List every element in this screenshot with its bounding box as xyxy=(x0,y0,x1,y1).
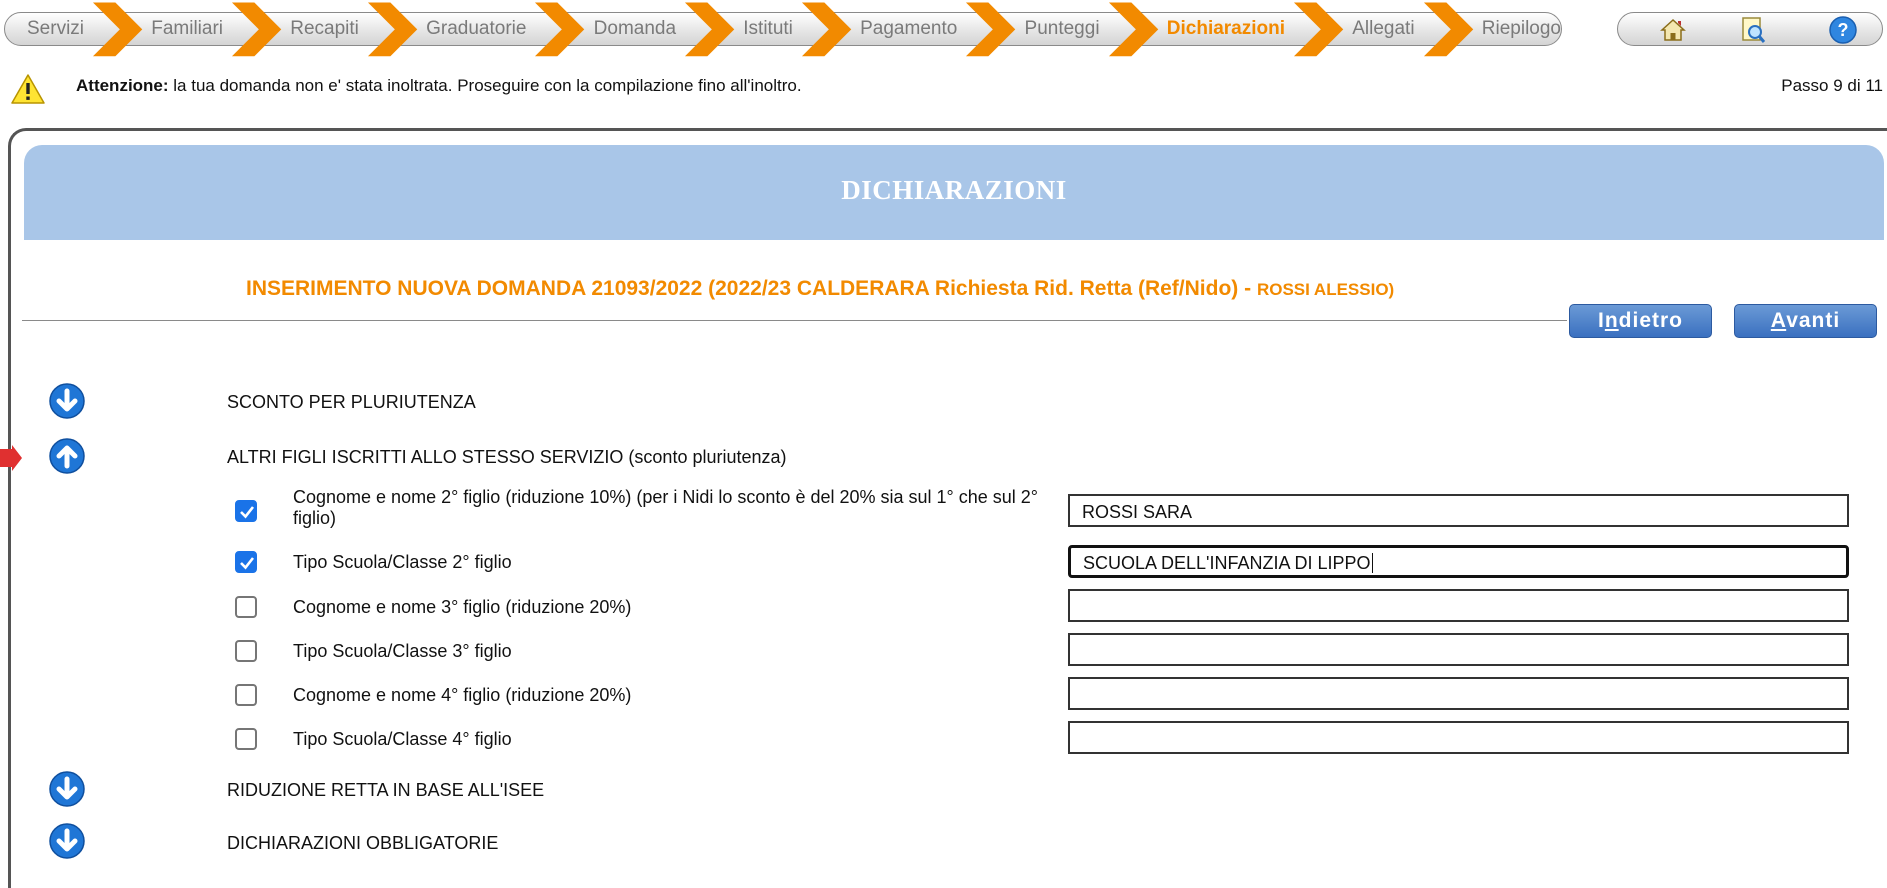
input-figlio3-nome[interactable] xyxy=(1068,589,1849,622)
wizard-step-familiari[interactable]: Familiari xyxy=(151,18,223,40)
input-figlio3-scuola[interactable] xyxy=(1068,633,1849,666)
checkbox-figlio3-nome[interactable] xyxy=(235,596,257,618)
input-figlio4-scuola[interactable] xyxy=(1068,721,1849,754)
wizard-step-allegati[interactable]: Allegati xyxy=(1352,18,1414,40)
applicant-name: ROSSI ALESSIO) xyxy=(1256,280,1395,299)
step-counter: Passo 9 di 11 xyxy=(1781,76,1883,95)
back-button[interactable]: Indietro xyxy=(1569,304,1712,338)
input-figlio2-scuola-value: SCUOLA DELL'INFANZIA DI LIPPO xyxy=(1083,553,1371,573)
label-figlio3-nome: Cognome e nome 3° figlio (riduzione 20%) xyxy=(293,597,632,617)
input-figlio2-nome[interactable]: ROSSI SARA xyxy=(1068,494,1849,527)
checkmark-icon xyxy=(240,557,255,570)
wizard-step-label: Domanda xyxy=(593,18,677,39)
text-caret xyxy=(1371,553,1373,573)
wizard-step-istituti[interactable]: Istituti xyxy=(743,18,793,40)
step-arrow-icon xyxy=(1423,2,1473,56)
wizard-step-servizi[interactable]: Servizi xyxy=(27,18,84,40)
warning-message: Attenzione: la tua domanda non e' stata … xyxy=(76,76,802,96)
wizard-step-punteggi[interactable]: Punteggi xyxy=(1025,18,1100,40)
wizard-step-label: Dichiarazioni xyxy=(1166,18,1286,39)
step-arrow-icon xyxy=(966,2,1016,56)
wizard-step-label: Riepilogo xyxy=(1481,18,1562,39)
step-arrow-icon xyxy=(92,2,143,56)
wizard-steps-bar: Servizi Familiari Recapiti Graduatorie D… xyxy=(4,2,1562,56)
section-sconto-pluriutenza[interactable]: SCONTO PER PLURIUTENZA xyxy=(227,392,476,413)
wizard-step-label: Recapiti xyxy=(290,18,359,39)
checkbox-figlio4-nome[interactable] xyxy=(235,684,257,706)
wizard-step-label: Allegati xyxy=(1352,18,1415,39)
wizard-step-label: Punteggi xyxy=(1024,18,1100,39)
next-label-accesskey: A xyxy=(1770,309,1787,332)
back-label-accesskey: n xyxy=(1604,309,1619,332)
wizard-step-label: Pagamento xyxy=(860,18,958,39)
wizard-step-pagamento[interactable]: Pagamento xyxy=(860,18,957,40)
label-figlio2-nome: Cognome e nome 2° figlio (riduzione 10%)… xyxy=(293,487,1038,528)
step-arrow-icon xyxy=(801,2,852,56)
warning-label: Attenzione: xyxy=(76,76,169,95)
application-subtitle: INSERIMENTO NUOVA DOMANDA 21093/2022 (20… xyxy=(246,277,1394,301)
wizard-step-domanda[interactable]: Domanda xyxy=(594,18,676,40)
section-dichiarazioni-obbligatorie[interactable]: DICHIARAZIONI OBBLIGATORIE xyxy=(227,833,498,854)
expand-arrow-down-icon[interactable] xyxy=(48,770,86,808)
expand-arrow-down-icon[interactable] xyxy=(48,822,86,860)
step-arrow-icon xyxy=(367,2,418,56)
label-figlio4-scuola: Tipo Scuola/Classe 4° figlio xyxy=(293,729,512,749)
wizard-step-dichiarazioni[interactable]: Dichiarazioni xyxy=(1167,18,1285,40)
step-arrow-icon xyxy=(685,2,735,56)
red-pointer-arrow xyxy=(0,445,22,471)
step-arrow-icon xyxy=(1108,2,1158,56)
toolbar-right: ? xyxy=(1617,12,1883,46)
section-riduzione-isee[interactable]: RIDUZIONE RETTA IN BASE ALL'ISEE xyxy=(227,780,544,801)
wizard-step-riepilogo[interactable]: Riepilogo xyxy=(1482,18,1561,40)
step-arrow-icon xyxy=(535,2,585,56)
checkbox-figlio2-nome[interactable] xyxy=(235,500,257,522)
next-label-post: vanti xyxy=(1786,309,1841,332)
wizard-step-label: Graduatorie xyxy=(426,18,527,39)
wizard-step-label: Istituti xyxy=(743,18,793,39)
expand-arrow-down-icon[interactable] xyxy=(48,382,86,420)
wizard-step-recapiti[interactable]: Recapiti xyxy=(290,18,359,40)
wizard-step-graduatorie[interactable]: Graduatorie xyxy=(426,18,526,40)
divider xyxy=(22,320,1567,321)
page-title: DICHIARAZIONI xyxy=(841,175,1067,205)
back-label-pre: I xyxy=(1597,309,1605,332)
home-icon[interactable] xyxy=(1658,15,1688,45)
back-label-post: dietro xyxy=(1618,309,1683,332)
warning-icon xyxy=(11,74,45,104)
section-altri-figli[interactable]: ALTRI FIGLI ISCRITTI ALLO STESSO SERVIZI… xyxy=(227,447,787,468)
wizard-step-label: Familiari xyxy=(151,18,224,39)
step-arrow-icon xyxy=(1293,2,1344,56)
warning-text: la tua domanda non e' stata inoltrata. P… xyxy=(168,76,802,95)
checkbox-figlio3-scuola[interactable] xyxy=(235,640,257,662)
input-figlio2-scuola[interactable]: SCUOLA DELL'INFANZIA DI LIPPO xyxy=(1068,545,1849,578)
label-figlio4-nome: Cognome e nome 4° figlio (riduzione 20%) xyxy=(293,685,632,705)
wizard-step-label: Servizi xyxy=(27,18,85,39)
application-info: INSERIMENTO NUOVA DOMANDA 21093/2022 (20… xyxy=(246,277,1257,300)
step-arrow-icon xyxy=(231,2,282,56)
svg-text:?: ? xyxy=(1838,20,1849,40)
checkbox-figlio4-scuola[interactable] xyxy=(235,728,257,750)
search-document-icon[interactable] xyxy=(1738,15,1768,45)
page-banner: DICHIARAZIONI xyxy=(24,145,1884,240)
input-figlio4-nome[interactable] xyxy=(1068,677,1849,710)
help-icon[interactable]: ? xyxy=(1828,15,1858,45)
next-button[interactable]: Avanti xyxy=(1734,304,1877,338)
label-figlio2-scuola: Tipo Scuola/Classe 2° figlio xyxy=(293,552,512,572)
collapse-arrow-up-icon[interactable] xyxy=(48,437,86,475)
label-figlio3-scuola: Tipo Scuola/Classe 3° figlio xyxy=(293,641,512,661)
checkmark-icon xyxy=(240,506,255,519)
checkbox-figlio2-scuola[interactable] xyxy=(235,551,257,573)
